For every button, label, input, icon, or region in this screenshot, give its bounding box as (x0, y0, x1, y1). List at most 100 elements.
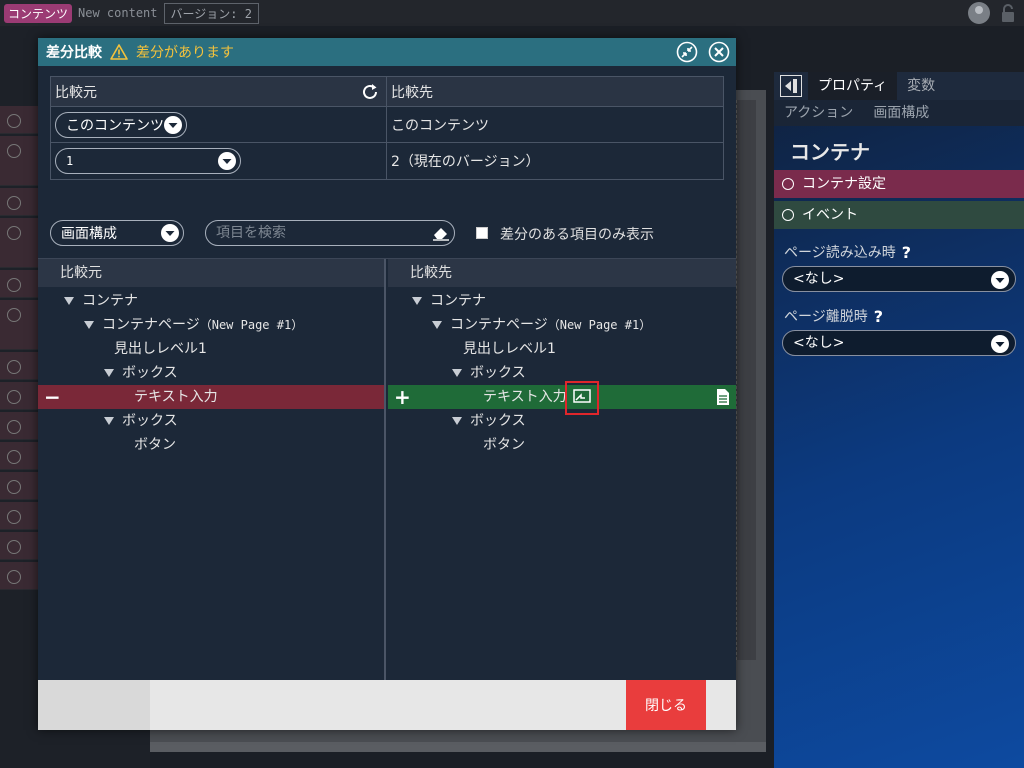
expand-arrow-icon[interactable] (412, 297, 422, 305)
footer-left (38, 680, 150, 730)
user-avatar[interactable] (968, 2, 990, 24)
bg-row (0, 188, 40, 216)
page-leave-label: ページ離脱時 (784, 309, 868, 325)
tab-screen-structure[interactable]: 画面構成 (863, 100, 939, 126)
expand-arrow-icon[interactable] (432, 321, 442, 329)
close-button[interactable]: 閉じる (626, 680, 706, 730)
tree-item[interactable]: ボタン (388, 433, 736, 457)
tree-item[interactable]: コンテナページ（New Page #1） (388, 313, 736, 337)
version-indicator[interactable]: バージョン: 2 (163, 2, 259, 24)
chevron-down-icon (991, 271, 1009, 289)
bg-row (0, 352, 40, 380)
refresh-icon[interactable] (360, 82, 380, 102)
expand-arrow-icon[interactable] (84, 321, 94, 329)
expand-arrow-icon[interactable] (452, 417, 462, 425)
bg-row (0, 136, 40, 186)
tree-item-label: コンテナ (82, 293, 138, 309)
tree-item[interactable]: ボックス (388, 409, 736, 433)
tree-item-label: コンテナ (430, 293, 486, 309)
eraser-icon[interactable] (432, 225, 450, 241)
bg-row (0, 382, 40, 410)
tree-item-label: ボックス (122, 365, 178, 381)
expand-arrow-icon[interactable] (104, 417, 114, 425)
screen-jump-icon[interactable] (573, 389, 591, 405)
tree-item[interactable]: コンテナ (38, 289, 384, 313)
dialog-titlebar: 差分比較 差分があります (38, 38, 736, 66)
tree-item-label: 見出しレベル1 (463, 341, 556, 357)
bg-row (0, 442, 40, 470)
diff-only-checkbox[interactable] (476, 227, 488, 239)
field-label: ページ読み込み時 ? (774, 232, 1024, 266)
compare-source-header: 比較元 (51, 77, 387, 106)
source-version-cell: 1 (51, 143, 387, 179)
tree-item-label: ボックス (122, 413, 178, 429)
tree-item-added[interactable]: + テキスト入力 (388, 381, 736, 415)
tree-item-label: コンテナページ (450, 317, 548, 333)
page-load-label: ページ読み込み時 (784, 245, 896, 261)
source-version-select[interactable]: 1 (55, 148, 241, 174)
tree-item[interactable]: ボックス (38, 409, 384, 433)
page-load-value: <なし> (793, 271, 845, 287)
search-placeholder: 項目を検索 (216, 225, 286, 241)
bg-row (0, 562, 40, 590)
added-mark: + (394, 385, 411, 409)
tree-item[interactable]: ボタン (38, 433, 384, 457)
top-bar: コンテンツ New content バージョン: 2 (0, 0, 1024, 26)
tree-item-label: テキスト入力 (134, 389, 218, 405)
expand-arrow-icon[interactable] (452, 369, 462, 377)
source-content-select[interactable]: このコンテンツ (55, 111, 187, 138)
help-icon[interactable]: ? (874, 307, 883, 326)
bg-row (0, 412, 40, 440)
target-tree-header: 比較先 (388, 259, 736, 287)
target-version-value: 2（現在のバージョン） (391, 154, 540, 170)
tree-item-removed[interactable]: − テキスト入力 (38, 385, 384, 409)
compare-version-row: 1 2（現在のバージョン） (51, 143, 723, 179)
tree-item[interactable]: ボックス (388, 361, 736, 385)
help-icon[interactable]: ? (902, 243, 911, 262)
property-panel: プロパティ 変数 アクション 画面構成 コンテナ コンテナ設定 イベント ページ… (774, 72, 1024, 768)
tab-actions[interactable]: アクション (774, 100, 863, 126)
background-scrollbar (150, 742, 766, 752)
lock-icon[interactable] (1000, 3, 1016, 23)
diff-trees: 比較元 コンテナ コンテナページ（New Page #1） 見出しレベル1 ボッ… (38, 258, 736, 681)
tree-item[interactable]: コンテナ (388, 289, 736, 313)
minimize-icon[interactable] (676, 41, 698, 63)
bg-row (0, 300, 40, 350)
expand-arrow-icon[interactable] (104, 369, 114, 377)
tree-item[interactable]: コンテナページ（New Page #1） (38, 313, 384, 337)
section-events[interactable]: イベント (774, 201, 1024, 229)
page-leave-select[interactable]: <なし> (782, 330, 1016, 356)
section-container-settings[interactable]: コンテナ設定 (774, 170, 1024, 198)
tree-item-sub: （New Page #1） (199, 318, 304, 332)
chevron-down-icon (164, 115, 182, 134)
expand-arrow-icon[interactable] (64, 297, 74, 305)
source-tree-header: 比較元 (38, 259, 384, 287)
source-tree: 比較元 コンテナ コンテナページ（New Page #1） 見出しレベル1 ボッ… (38, 259, 386, 681)
collapse-panel-icon[interactable] (780, 75, 802, 97)
page-leave-value: <なし> (793, 335, 845, 351)
tab-properties[interactable]: プロパティ (808, 72, 898, 100)
removed-mark: − (44, 385, 61, 409)
view-select-value: 画面構成 (61, 226, 117, 242)
target-content-value: このコンテンツ (391, 117, 489, 134)
tree-item[interactable]: 見出しレベル1 (388, 337, 736, 361)
source-content-cell: このコンテンツ (51, 107, 387, 142)
chevron-down-icon (161, 224, 179, 242)
content-name: New content (78, 6, 158, 20)
page-load-select[interactable]: <なし> (782, 266, 1016, 292)
tree-item-label: テキスト入力 (483, 389, 567, 405)
tree-item[interactable]: ボックス (38, 361, 384, 385)
view-select[interactable]: 画面構成 (50, 220, 184, 246)
tree-item[interactable]: 見出しレベル1 (38, 337, 384, 361)
tree-item-label: ボックス (470, 365, 526, 381)
diff-only-label: 差分のある項目のみ表示 (500, 227, 654, 243)
field-label: ページ離脱時 ? (774, 292, 1024, 330)
document-icon[interactable] (716, 388, 730, 406)
compare-target-header: 比較先 (391, 84, 433, 101)
chevron-down-icon (991, 335, 1009, 353)
tab-variables[interactable]: 変数 (897, 72, 945, 100)
close-icon[interactable] (708, 41, 730, 63)
tree-item-label: コンテナページ (102, 317, 200, 333)
search-input[interactable]: 項目を検索 (205, 220, 455, 246)
warning-icon (110, 44, 128, 60)
